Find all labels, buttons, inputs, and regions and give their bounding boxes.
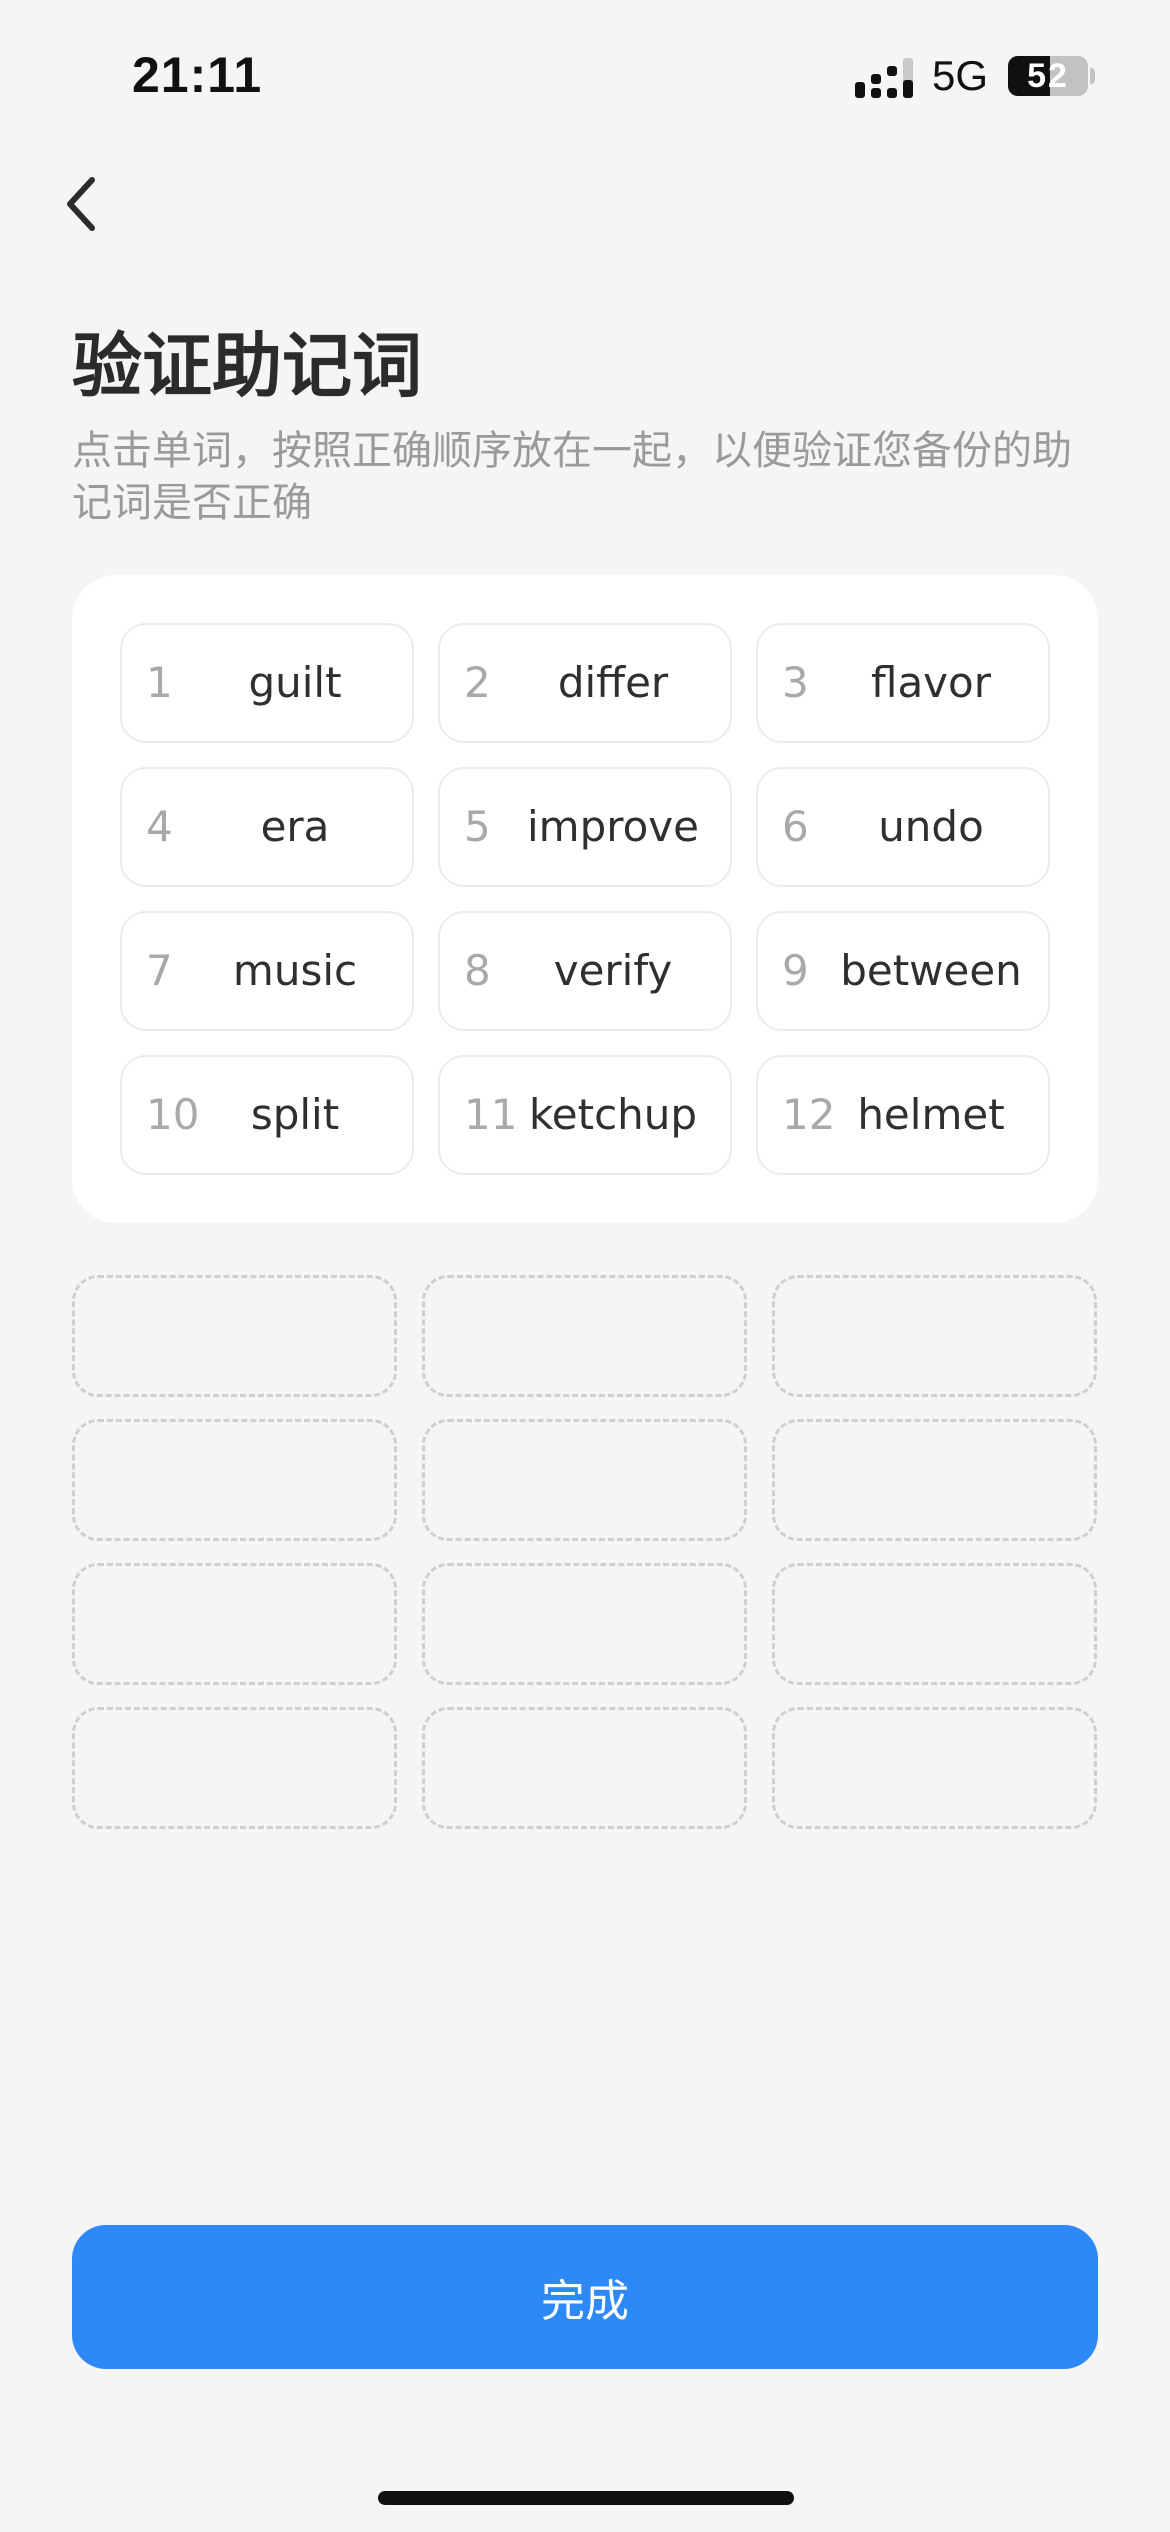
word-chip[interactable]: 1 guilt (120, 623, 414, 743)
answer-slot[interactable] (72, 1275, 397, 1397)
battery-tip (1090, 68, 1095, 84)
answer-slot[interactable] (422, 1275, 747, 1397)
chevron-left-icon (67, 177, 95, 231)
word-label: differ (557, 658, 669, 707)
battery-icon: 52 (1008, 56, 1088, 96)
answer-slot[interactable] (772, 1419, 1097, 1541)
back-button[interactable] (50, 170, 120, 240)
word-chip[interactable]: 5 improve (438, 767, 732, 887)
verify-mnemonic-screen: 21:11 5G 52 验证助记词 点击单词，按照正确顺序放在一起，以便验证您备… (0, 0, 1170, 2532)
word-label: verify (553, 946, 673, 995)
home-indicator (378, 2491, 794, 2505)
word-label: flavor (870, 658, 991, 707)
answer-slot[interactable] (772, 1707, 1097, 1829)
word-chip[interactable]: 4 era (120, 767, 414, 887)
word-index: 4 (146, 802, 173, 851)
word-chip[interactable]: 9 between (756, 911, 1050, 1031)
word-label: ketchup (528, 1090, 698, 1139)
answer-slot[interactable] (72, 1563, 397, 1685)
battery-percentage: 52 (1027, 57, 1069, 95)
word-index: 2 (464, 658, 491, 707)
answer-slots-grid (72, 1275, 1097, 1829)
answer-slot[interactable] (772, 1275, 1097, 1397)
answer-slot[interactable] (72, 1419, 397, 1541)
cellular-signal-icon (855, 58, 913, 98)
answer-slot[interactable] (422, 1707, 747, 1829)
word-label: undo (878, 802, 984, 851)
word-chip[interactable]: 10 split (120, 1055, 414, 1175)
answer-slot[interactable] (72, 1707, 397, 1829)
word-label: split (250, 1090, 340, 1139)
word-label: era (260, 802, 330, 851)
status-time: 21:11 (132, 47, 263, 103)
word-chip[interactable]: 12 helmet (756, 1055, 1050, 1175)
word-chip[interactable]: 3 flavor (756, 623, 1050, 743)
word-chip[interactable]: 8 verify (438, 911, 732, 1031)
network-type: 5G (932, 52, 989, 99)
word-chip[interactable]: 6 undo (756, 767, 1050, 887)
answer-slot[interactable] (422, 1419, 747, 1541)
word-label: guilt (248, 658, 342, 707)
word-index: 6 (782, 802, 809, 851)
word-index: 9 (782, 946, 809, 995)
answer-slot[interactable] (772, 1563, 1097, 1685)
done-button[interactable]: 完成 (72, 2225, 1098, 2369)
word-label: improve (527, 802, 699, 851)
word-chip[interactable]: 2 differ (438, 623, 732, 743)
answer-slot[interactable] (422, 1563, 747, 1685)
status-bar: 21:11 5G 52 (0, 0, 1170, 150)
word-label: music (232, 946, 358, 995)
word-chip[interactable]: 7 music (120, 911, 414, 1031)
page-title: 验证助记词 (72, 325, 422, 407)
word-label: helmet (857, 1090, 1005, 1139)
word-choices-card: 1 guilt 2 differ 3 flavor 4 era 5 improve 6 undo 7 mu… (72, 575, 1098, 1223)
word-index: 3 (782, 658, 809, 707)
word-chip[interactable]: 11 ketchup (438, 1055, 732, 1175)
word-index: 1 (146, 658, 173, 707)
word-index: 8 (464, 946, 491, 995)
instruction-text: 点击单词，按照正确顺序放在一起，以便验证您备份的助记词是否正确 (72, 428, 1072, 526)
word-label: between (840, 946, 1022, 995)
word-index: 5 (464, 802, 491, 851)
word-index: 7 (146, 946, 173, 995)
word-choices-grid: 1 guilt 2 differ 3 flavor 4 era 5 improve 6 undo 7 mu… (120, 623, 1050, 1175)
